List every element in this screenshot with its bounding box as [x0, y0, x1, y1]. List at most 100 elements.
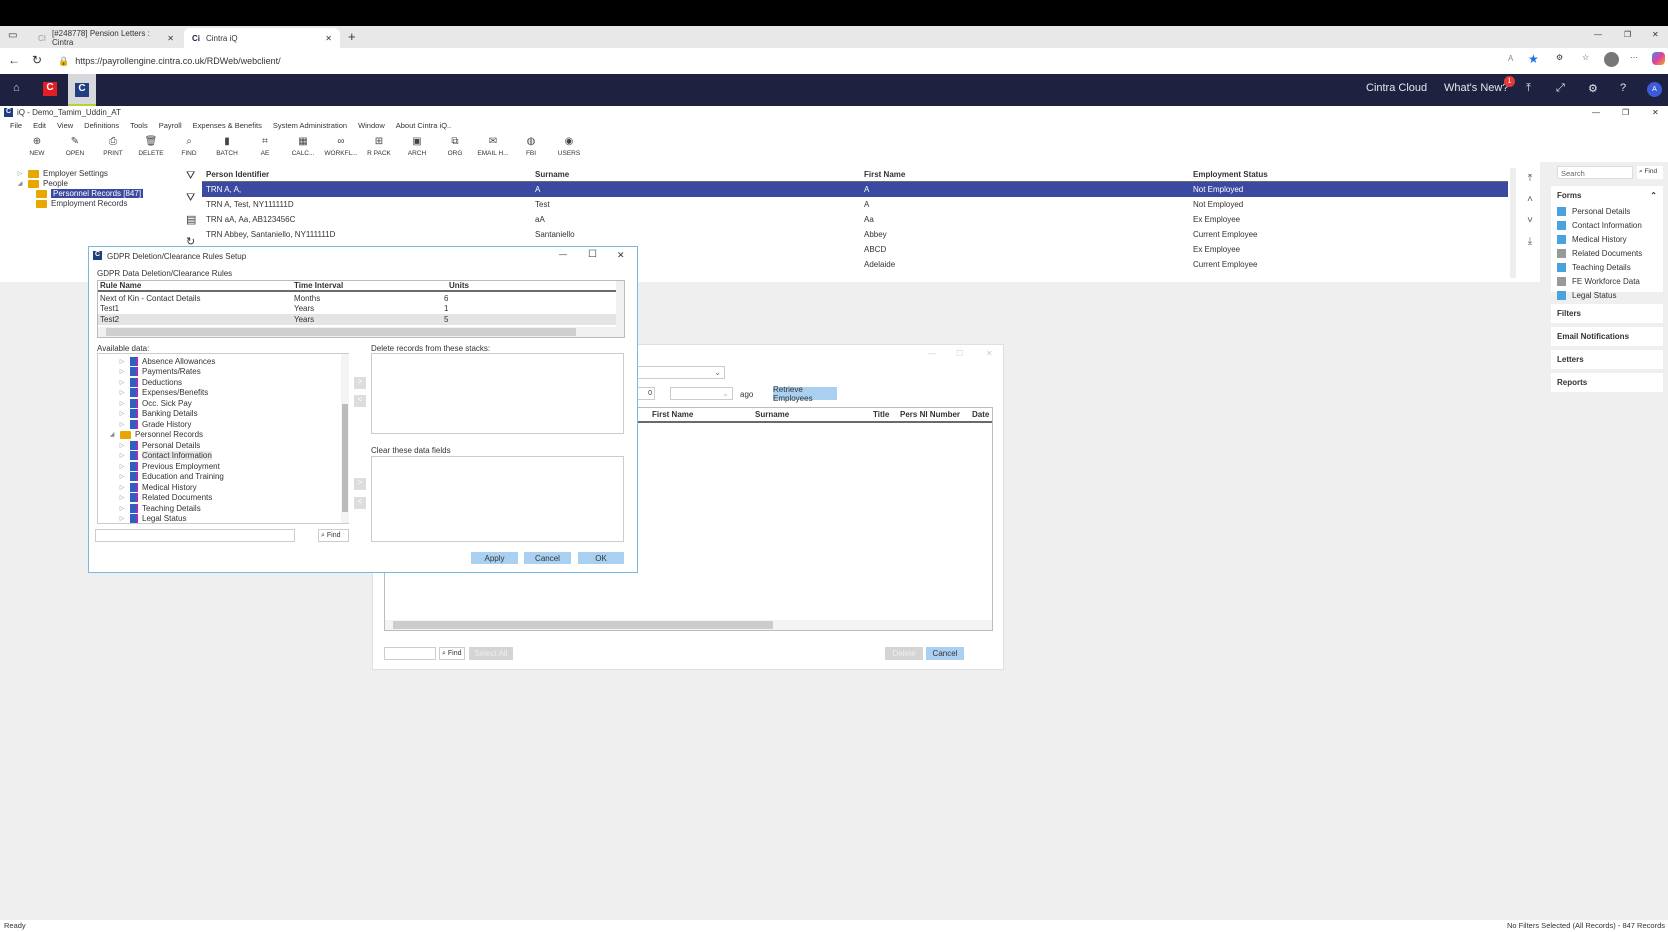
delete-stacks-list[interactable]: [371, 353, 624, 434]
search-input[interactable]: Search: [1557, 166, 1633, 179]
toolbar-print-button[interactable]: ⎙ PRINT: [94, 132, 132, 162]
form-link[interactable]: Personal Details: [1557, 204, 1657, 218]
available-data-item[interactable]: ▷ Banking Details: [118, 409, 198, 420]
column-header-surname[interactable]: Surname: [755, 410, 789, 419]
expand-icon[interactable]: ▷: [118, 400, 126, 407]
add-to-delete-button[interactable]: >: [354, 377, 366, 389]
minimize-icon[interactable]: —: [559, 250, 567, 259]
toolbar-r-pack-button[interactable]: ⊞ R PACK: [360, 132, 398, 162]
expand-icon[interactable]: ▷: [118, 379, 126, 386]
filter-icon[interactable]: ⛛: [186, 170, 195, 183]
find-input[interactable]: [384, 647, 436, 660]
read-aloud-icon[interactable]: A: [1508, 54, 1513, 63]
toolbar-fbi-button[interactable]: ◍ FBI: [512, 132, 550, 162]
back-icon[interactable]: ←: [8, 53, 20, 67]
cintra-red-app-icon[interactable]: C: [43, 82, 57, 96]
more-icon[interactable]: ···: [1630, 53, 1638, 62]
available-data-item[interactable]: ▷ Grade History: [118, 419, 191, 430]
tab-actions-icon[interactable]: ▭: [8, 30, 17, 41]
close-window-icon[interactable]: ✕: [1652, 30, 1659, 39]
toolbar-ae-button[interactable]: ⌗ AE: [246, 132, 284, 162]
expand-icon[interactable]: ▷: [118, 389, 126, 396]
extensions-icon[interactable]: ⚙: [1556, 53, 1563, 62]
find-button[interactable]: ⌕ Find: [439, 647, 465, 660]
toolbar-find-button[interactable]: ⌕ FIND: [170, 132, 208, 162]
toolbar-workfl-button[interactable]: ∞ WORKFL...: [322, 132, 360, 162]
reports-section[interactable]: Reports: [1551, 373, 1663, 392]
available-data-item[interactable]: ▷ Contact Information: [118, 451, 212, 462]
copilot-icon[interactable]: [1652, 52, 1665, 65]
collapse-icon[interactable]: ◢: [108, 431, 116, 438]
expand-icon[interactable]: ▷: [118, 358, 126, 365]
cancel-button[interactable]: Cancel: [524, 552, 571, 564]
close-tab-icon[interactable]: ✕: [325, 34, 332, 43]
apply-button[interactable]: Apply: [471, 552, 518, 564]
available-find-input[interactable]: [95, 529, 295, 542]
menu-window[interactable]: Window: [358, 121, 385, 130]
expand-icon[interactable]: ▷: [118, 421, 126, 428]
menu-edit[interactable]: Edit: [33, 121, 46, 130]
available-data-item[interactable]: ▷ Absence Allowances: [118, 356, 215, 367]
table-row[interactable]: TRN aA, Aa, AB123456C aA Aa Ex Employee: [202, 212, 1508, 227]
table-row[interactable]: TRN A, A, A A Not Employed: [202, 182, 1508, 197]
menu-system-administration[interactable]: System Administration: [273, 121, 347, 130]
delete-button[interactable]: Delete: [885, 647, 923, 660]
profile-avatar[interactable]: [1604, 52, 1619, 67]
form-link[interactable]: Medical History: [1557, 232, 1657, 246]
toolbar-users-button[interactable]: ◉ USERS: [550, 132, 588, 162]
column-header-surname[interactable]: Surname: [535, 170, 569, 179]
grid-scrollbar[interactable]: [1510, 168, 1516, 278]
help-icon[interactable]: ?: [1620, 82, 1626, 94]
expand-icon[interactable]: ⤢: [1556, 82, 1565, 95]
form-link[interactable]: Legal Status: [1557, 288, 1657, 302]
form-link[interactable]: FE Workforce Data: [1557, 274, 1657, 288]
column-header-pers-ni-number[interactable]: Pers NI Number: [900, 410, 960, 419]
letters-section[interactable]: Letters: [1551, 350, 1663, 369]
user-avatar[interactable]: A: [1647, 82, 1662, 97]
available-data-item[interactable]: ▷ Deductions: [118, 377, 182, 388]
find-button[interactable]: ⌕ Find: [1637, 166, 1663, 179]
rule-row[interactable]: Test2 Years 5: [98, 314, 616, 325]
menu-expenses-benefits[interactable]: Expenses & Benefits: [193, 121, 262, 130]
remove-from-delete-button[interactable]: <: [354, 395, 366, 407]
browser-tab-cintra-iq[interactable]: Ci Cintra iQ ✕: [184, 28, 340, 48]
table-row[interactable]: TRN Abbey, Santaniello, NY111111D Santani…: [202, 227, 1508, 242]
filters-section[interactable]: Filters: [1551, 304, 1663, 323]
table-row[interactable]: TRN A, Test, NY111111D Test A Not Employed: [202, 197, 1508, 212]
column-header-rule-name[interactable]: Rule Name: [100, 281, 141, 290]
available-data-item[interactable]: ▷ Legal Status: [118, 514, 186, 525]
column-header-time-interval[interactable]: Time Interval: [294, 281, 343, 290]
restore-icon[interactable]: ❐: [1624, 30, 1631, 39]
toolbar-open-button[interactable]: ✎ OPEN: [56, 132, 94, 162]
window-restore-icon[interactable]: ❐: [1622, 108, 1629, 117]
cintra-cloud-link[interactable]: Cintra Cloud: [1366, 82, 1427, 94]
column-header-first-name[interactable]: First Name: [864, 170, 905, 179]
favorites-icon[interactable]: ☆: [1582, 53, 1589, 62]
new-tab-icon[interactable]: +: [348, 29, 356, 44]
expand-icon[interactable]: ▷: [118, 463, 126, 470]
toolbar-arch-button[interactable]: ▣ ARCH: [398, 132, 436, 162]
expand-icon[interactable]: ▷: [118, 452, 126, 459]
available-data-item[interactable]: ▷ Previous Employment: [118, 461, 220, 472]
browser-tab-pension-letters[interactable]: CI [#248778] Pension Letters : Cintra ✕: [30, 28, 182, 48]
menu-about[interactable]: About Cintra iQ..: [396, 121, 451, 130]
column-header-first-name[interactable]: First Name: [652, 410, 693, 419]
upload-icon[interactable]: ⤒: [1526, 82, 1531, 95]
minimize-icon[interactable]: —: [1594, 30, 1602, 39]
previous-record-icon[interactable]: ˄: [1522, 189, 1538, 210]
menu-definitions[interactable]: Definitions: [84, 121, 119, 130]
expand-icon[interactable]: ▷: [118, 505, 126, 512]
available-data-item[interactable]: ◢ Personnel Records: [108, 430, 203, 441]
expand-icon[interactable]: ▷: [118, 442, 126, 449]
clear-filter-icon[interactable]: ⛛: [186, 192, 195, 205]
menu-payroll[interactable]: Payroll: [159, 121, 182, 130]
expand-icon[interactable]: ▷: [118, 484, 126, 491]
clear-fields-list[interactable]: [371, 456, 624, 542]
close-icon[interactable]: ✕: [617, 250, 625, 261]
window-close-icon[interactable]: ✕: [1652, 108, 1659, 117]
column-header-person-identifier[interactable]: Person Identifier: [206, 170, 269, 179]
refresh-icon[interactable]: ↻: [32, 53, 42, 67]
maximize-icon[interactable]: ☐: [956, 349, 963, 358]
period-number-input[interactable]: 0: [635, 387, 655, 400]
tree-personnel-records[interactable]: Personnel Records [847]: [36, 189, 144, 198]
